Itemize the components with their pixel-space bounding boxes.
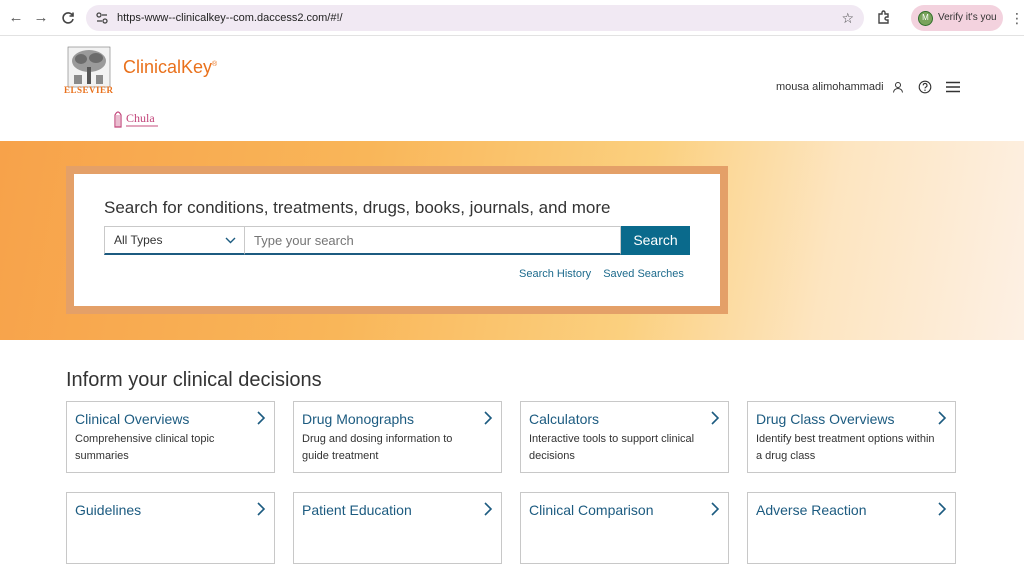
card-title: Guidelines — [75, 502, 142, 518]
profile-avatar: M — [918, 11, 933, 26]
help-icon[interactable] — [918, 80, 932, 94]
card-description: Identify best treatment options within a… — [756, 433, 935, 462]
card-calculators[interactable]: Calculators Interactive tools to support… — [520, 401, 729, 473]
address-bar[interactable]: https-www--clinicalkey--com.daccess2.com… — [86, 5, 864, 31]
card-description: Drug and dosing information to guide tre… — [302, 433, 453, 462]
chevron-down-icon — [225, 227, 236, 254]
site-header: ELSEVIER ClinicalKey® Chula mousa alimoh… — [0, 37, 1024, 141]
card-clinical-overviews[interactable]: Clinical Overviews Comprehensive clinica… — [66, 401, 275, 473]
site-info-icon[interactable] — [95, 11, 109, 25]
search-links: Search History Saved Searches — [519, 268, 693, 280]
card-title: Drug Class Overviews — [756, 411, 895, 427]
user-area: mousa alimohammadi — [776, 77, 960, 97]
section-title: Inform your clinical decisions — [66, 369, 322, 391]
chevron-right-icon — [484, 411, 493, 425]
hamburger-menu-icon[interactable] — [945, 81, 960, 93]
chevron-right-icon — [257, 411, 266, 425]
card-title: Drug Monographs — [302, 411, 415, 427]
content-type-select[interactable]: All Types — [104, 226, 244, 255]
forward-arrow-icon[interactable]: → — [31, 8, 51, 28]
search-history-link[interactable]: Search History — [519, 268, 591, 280]
user-icon[interactable] — [892, 81, 904, 93]
clinicalkey-logo[interactable]: ClinicalKey® — [123, 57, 217, 78]
chevron-right-icon — [938, 502, 947, 516]
chevron-right-icon — [711, 411, 720, 425]
chula-logo: Chula — [114, 111, 158, 128]
chevron-right-icon — [257, 502, 266, 516]
search-input[interactable] — [244, 226, 621, 255]
card-description: Interactive tools to support clinical de… — [529, 433, 695, 462]
card-title: Clinical Comparison — [529, 502, 654, 518]
content-type-value: All Types — [114, 233, 163, 247]
hero-banner: Search for conditions, treatments, drugs… — [0, 141, 1024, 340]
card-drug-class-overviews[interactable]: Drug Class Overviews Identify best treat… — [747, 401, 956, 473]
card-drug-monographs[interactable]: Drug Monographs Drug and dosing informat… — [293, 401, 502, 473]
card-title: Calculators — [529, 411, 600, 427]
card-description: Comprehensive clinical topic summaries — [75, 433, 215, 462]
card-title: Patient Education — [302, 502, 412, 518]
card-title: Clinical Overviews — [75, 411, 190, 427]
card-adverse-reaction[interactable]: Adverse Reaction — [747, 492, 956, 564]
card-clinical-comparison[interactable]: Clinical Comparison — [520, 492, 729, 564]
search-heading: Search for conditions, treatments, drugs… — [104, 198, 611, 217]
search-button[interactable]: Search — [621, 226, 690, 255]
chevron-right-icon — [484, 502, 493, 516]
url-text[interactable]: https-www--clinicalkey--com.daccess2.com… — [117, 5, 343, 31]
svg-text:Chula: Chula — [126, 111, 155, 125]
search-panel: Search for conditions, treatments, drugs… — [74, 174, 720, 306]
verify-profile-button[interactable]: M Verify it's you — [911, 5, 1003, 31]
browser-menu-icon[interactable]: ⋮ — [1010, 8, 1024, 28]
card-guidelines[interactable]: Guidelines — [66, 492, 275, 564]
browser-toolbar: ← → https-www--clinicalkey--com.daccess2… — [0, 0, 1024, 36]
back-arrow-icon[interactable]: ← — [6, 8, 26, 28]
extensions-icon[interactable] — [874, 8, 894, 28]
reload-icon[interactable] — [58, 8, 78, 28]
chevron-right-icon — [938, 411, 947, 425]
saved-searches-link[interactable]: Saved Searches — [603, 268, 684, 280]
bookmark-star-icon[interactable]: ☆ — [841, 5, 854, 31]
card-title: Adverse Reaction — [756, 502, 867, 518]
publisher-name: ELSEVIER — [64, 85, 114, 95]
search-frame: Search for conditions, treatments, drugs… — [66, 166, 728, 314]
verify-label: Verify it's you — [938, 12, 997, 23]
card-patient-education[interactable]: Patient Education — [293, 492, 502, 564]
chevron-right-icon — [711, 502, 720, 516]
user-name[interactable]: mousa alimohammadi — [776, 81, 884, 93]
